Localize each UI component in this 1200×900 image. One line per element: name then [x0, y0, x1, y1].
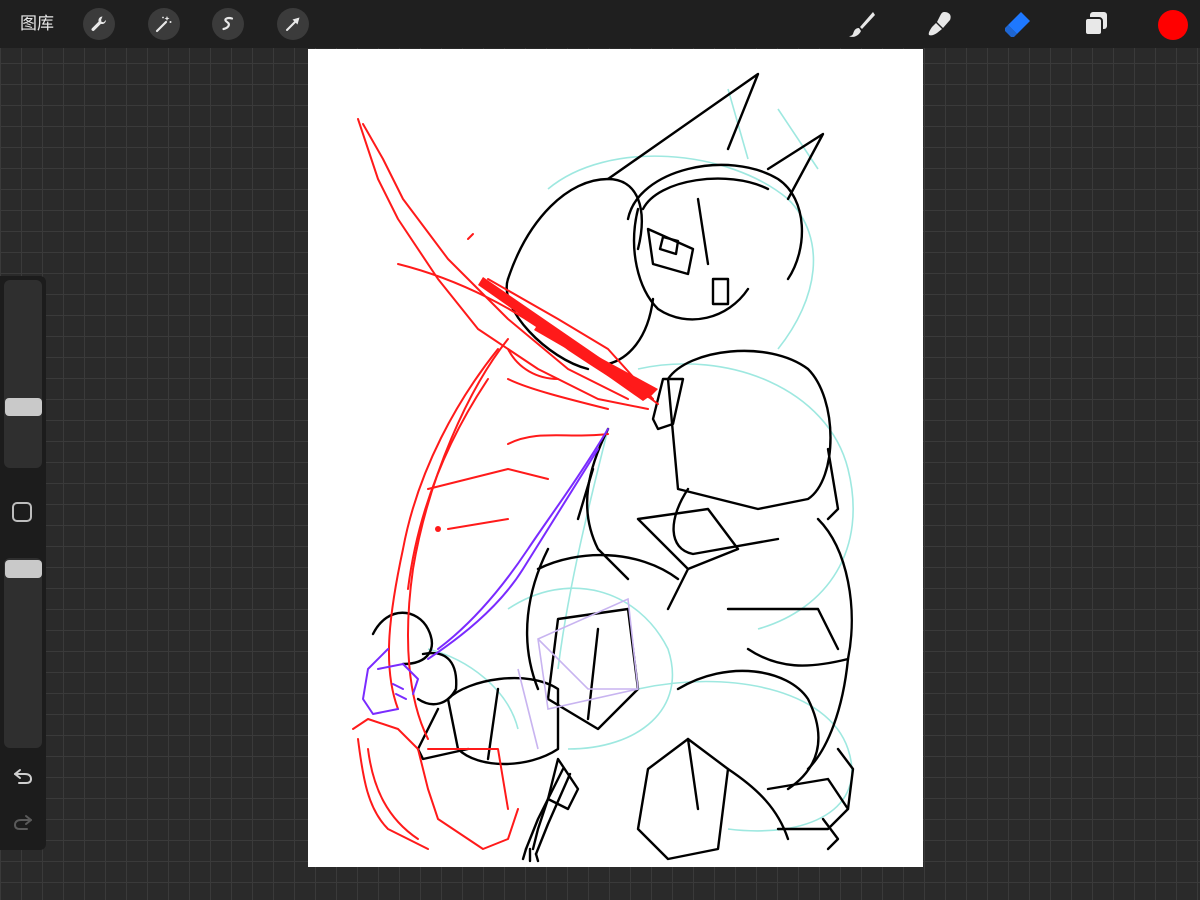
layers-icon — [1084, 12, 1107, 36]
brush-size-slider[interactable] — [4, 280, 42, 468]
brush-size-handle[interactable] — [5, 398, 42, 416]
undo-button[interactable] — [11, 764, 35, 788]
smudge-tool-button[interactable] — [924, 8, 956, 40]
lavender-sketch-lines — [517, 597, 639, 750]
magic-wand-icon — [155, 16, 172, 33]
smudge-icon — [928, 12, 951, 36]
undo-icon — [14, 769, 33, 784]
eraser-tool-button[interactable] — [1001, 8, 1033, 40]
transform-arrow-icon — [286, 17, 300, 31]
actions-button[interactable] — [83, 8, 115, 40]
selection-button[interactable] — [212, 8, 244, 40]
opacity-handle[interactable] — [5, 560, 42, 578]
brush-icon — [849, 12, 875, 37]
sketch-artwork — [352, 72, 855, 863]
red-sketch-lines — [352, 118, 659, 850]
opacity-slider[interactable] — [4, 558, 42, 748]
left-sidebar — [0, 276, 46, 850]
selection-icon — [222, 16, 234, 31]
top-toolbar: 图库 — [0, 0, 1200, 48]
layers-button[interactable] — [1080, 8, 1112, 40]
modify-button[interactable] — [12, 502, 32, 522]
drawing-canvas[interactable] — [308, 49, 923, 867]
redo-button[interactable] — [11, 810, 35, 834]
brush-tool-button[interactable] — [846, 8, 878, 40]
adjustments-button[interactable] — [148, 8, 180, 40]
wrench-icon — [91, 16, 107, 31]
gallery-button[interactable]: 图库 — [20, 12, 54, 36]
guide-sketch-lines — [427, 88, 854, 832]
eraser-icon — [1005, 12, 1030, 37]
transform-button[interactable] — [277, 8, 309, 40]
color-picker-button[interactable] — [1158, 10, 1188, 40]
redo-icon — [13, 815, 32, 830]
